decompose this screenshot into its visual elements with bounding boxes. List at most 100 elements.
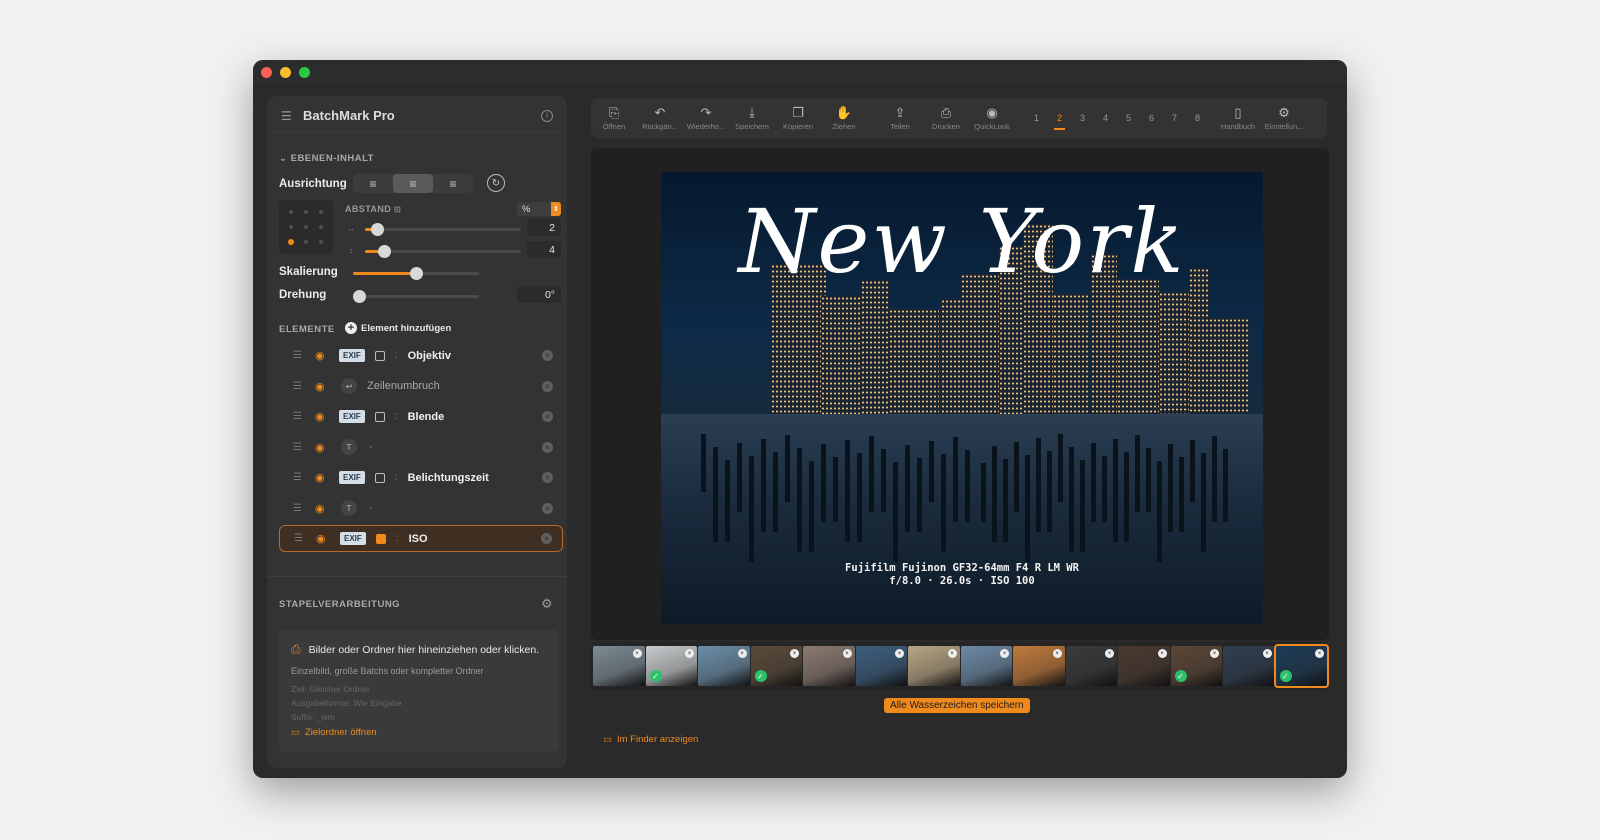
visibility-eye-icon[interactable]: ◉	[315, 380, 327, 393]
remove-thumbnail-icon[interactable]: ×	[1210, 649, 1219, 658]
filmstrip-thumbnail[interactable]: ×	[1223, 646, 1275, 686]
watermark-title[interactable]: New York	[661, 190, 1263, 293]
drag-handle-icon[interactable]: ☰	[293, 503, 303, 514]
toolbar-button-save[interactable]: ⤓ Speichern	[729, 105, 775, 131]
anchor-position-grid[interactable]	[279, 200, 333, 254]
remove-thumbnail-icon[interactable]: ×	[1262, 649, 1272, 658]
filmstrip-thumbnail[interactable]: ×	[803, 646, 855, 686]
remove-element-icon[interactable]: ×	[542, 502, 553, 514]
open-target-folder-link[interactable]: ▭ Zielordner öffnen	[291, 727, 547, 738]
filmstrip-thumbnail[interactable]: ×	[1013, 646, 1065, 686]
remove-thumbnail-icon[interactable]: ×	[842, 649, 852, 658]
element-row[interactable]: ☰ ◉ EXIF: Blende ×	[279, 403, 563, 430]
visibility-eye-icon[interactable]: ◉	[315, 410, 327, 423]
drag-handle-icon[interactable]: ☰	[294, 533, 304, 544]
filmstrip-thumbnail[interactable]: ×	[593, 646, 645, 686]
drag-handle-icon[interactable]: ☰	[293, 350, 303, 361]
preset-tab-6[interactable]: 6	[1140, 113, 1163, 123]
align-left-icon[interactable]: ≡	[353, 174, 393, 193]
remove-thumbnail-icon[interactable]: ×	[1157, 649, 1167, 658]
lock-icon[interactable]: ⊡	[394, 205, 401, 214]
toolbar-button-book[interactable]: ▯ Handbuch	[1215, 105, 1261, 131]
element-checkbox[interactable]	[375, 533, 386, 544]
batch-drop-zone[interactable]: ⎙ Bilder oder Ordner hier hineinziehen od…	[279, 630, 559, 752]
close-window-button[interactable]	[261, 67, 272, 78]
vertical-spacing-value[interactable]: 4	[527, 241, 561, 258]
anchor-dot[interactable]	[319, 240, 324, 245]
align-right-icon[interactable]: ≡	[433, 174, 473, 193]
horizontal-spacing-knob[interactable]	[371, 223, 385, 236]
anchor-dot[interactable]	[319, 209, 324, 214]
remove-thumbnail-icon[interactable]: ×	[1000, 649, 1009, 658]
anchor-dot[interactable]	[288, 209, 293, 214]
toolbar-button-gear[interactable]: ⚙ Einstellun...	[1261, 105, 1307, 131]
element-checkbox[interactable]	[374, 350, 385, 361]
remove-thumbnail-icon[interactable]: ×	[1052, 649, 1062, 658]
add-element-button[interactable]: + Element hinzufügen	[345, 322, 451, 334]
remove-element-icon[interactable]: ×	[542, 350, 553, 361]
remove-thumbnail-icon[interactable]: ×	[895, 649, 904, 658]
preset-tab-8[interactable]: 8	[1186, 113, 1209, 123]
remove-element-icon[interactable]: ×	[542, 380, 553, 392]
drag-handle-icon[interactable]: ☰	[293, 472, 303, 483]
filmstrip-thumbnail[interactable]: × ✓	[645, 646, 697, 686]
remove-thumbnail-icon[interactable]: ×	[632, 649, 642, 658]
filmstrip-thumbnail[interactable]: ×	[960, 646, 1012, 686]
anchor-dot[interactable]	[303, 240, 308, 245]
preset-tab-4[interactable]: 4	[1094, 113, 1117, 123]
filmstrip-thumbnail[interactable]: ×	[908, 646, 960, 686]
toolbar-button-share[interactable]: ⇪ Teilen	[877, 105, 923, 131]
anchor-dot[interactable]	[288, 224, 293, 229]
toolbar-button-redo[interactable]: ↷ Wiederho...	[683, 105, 729, 131]
element-checkbox[interactable]	[374, 411, 385, 422]
watermark-exposure-line[interactable]: f/8.0 · 26.0s · ISO 100	[661, 575, 1263, 587]
filmstrip-thumbnail[interactable]: × ✓	[1273, 644, 1329, 688]
toolbar-button-undo[interactable]: ↶ Rückgän...	[637, 105, 683, 131]
remove-thumbnail-icon[interactable]: ×	[1105, 649, 1114, 658]
visibility-eye-icon[interactable]: ◉	[315, 502, 327, 515]
info-icon[interactable]: i	[541, 109, 553, 122]
remove-thumbnail-icon[interactable]: ×	[737, 649, 747, 658]
sidebar-menu-icon[interactable]: ☰	[281, 109, 295, 123]
filmstrip-thumbnail[interactable]: ×	[1065, 646, 1117, 686]
scale-slider[interactable]	[353, 267, 479, 280]
visibility-eye-icon[interactable]: ◉	[315, 441, 327, 454]
remove-thumbnail-icon[interactable]: ×	[947, 649, 957, 658]
batch-settings-gear-icon[interactable]: ⚙	[541, 596, 553, 612]
save-all-watermarks-button[interactable]: Alle Wasserzeichen speichern	[884, 698, 1030, 713]
layer-section-title[interactable]: ⌄ EBENEN-INHALT	[279, 153, 374, 164]
anchor-dot[interactable]	[303, 224, 308, 229]
element-row[interactable]: ☰ ◉ ↩ Zeilenumbruch ×	[279, 373, 563, 400]
visibility-eye-icon[interactable]: ◉	[315, 349, 327, 362]
remove-element-icon[interactable]: ×	[542, 441, 553, 453]
remove-thumbnail-icon[interactable]: ×	[1315, 649, 1324, 658]
remove-thumbnail-icon[interactable]: ×	[790, 649, 799, 658]
preset-tab-5[interactable]: 5	[1117, 113, 1140, 123]
toolbar-button-drag-hand[interactable]: ✋ Ziehen	[821, 105, 867, 131]
remove-element-icon[interactable]: ×	[542, 411, 553, 422]
preset-tab-1[interactable]: 1	[1025, 113, 1048, 123]
remove-element-icon[interactable]: ×	[542, 472, 553, 483]
anchor-dot[interactable]	[303, 209, 308, 214]
anchor-dot-selected[interactable]	[287, 239, 294, 246]
toolbar-button-open[interactable]: ⎘ Öffnen	[591, 105, 637, 131]
remove-element-icon[interactable]: ×	[541, 533, 552, 544]
zoom-window-button[interactable]	[299, 67, 310, 78]
element-row[interactable]: ☰ ◉ EXIF: Belichtungszeit ×	[279, 464, 563, 491]
toolbar-button-copy[interactable]: ❐ Kopieren	[775, 105, 821, 131]
filmstrip-thumbnail[interactable]: × ✓	[750, 646, 802, 686]
drag-handle-icon[interactable]: ☰	[293, 411, 303, 422]
filmstrip-thumbnail[interactable]: ×	[698, 646, 750, 686]
rotation-slider[interactable]	[353, 290, 479, 303]
filmstrip-thumbnail[interactable]: ×	[855, 646, 907, 686]
rotation-value[interactable]: 0°	[517, 286, 561, 303]
element-row[interactable]: ☰ ◉ EXIF: Objektiv ×	[279, 342, 563, 369]
element-row[interactable]: ☰ ◉ EXIF: ISO ×	[279, 525, 563, 552]
filmstrip-thumbnail[interactable]: × ✓	[1170, 646, 1222, 686]
spacing-unit-select[interactable]: % ⇕	[517, 202, 561, 216]
drag-handle-icon[interactable]: ☰	[293, 442, 303, 453]
rotation-knob[interactable]	[353, 290, 366, 303]
preset-tab-3[interactable]: 3	[1071, 113, 1094, 123]
drag-handle-icon[interactable]: ☰	[293, 381, 303, 392]
visibility-eye-icon[interactable]: ◉	[316, 532, 328, 545]
